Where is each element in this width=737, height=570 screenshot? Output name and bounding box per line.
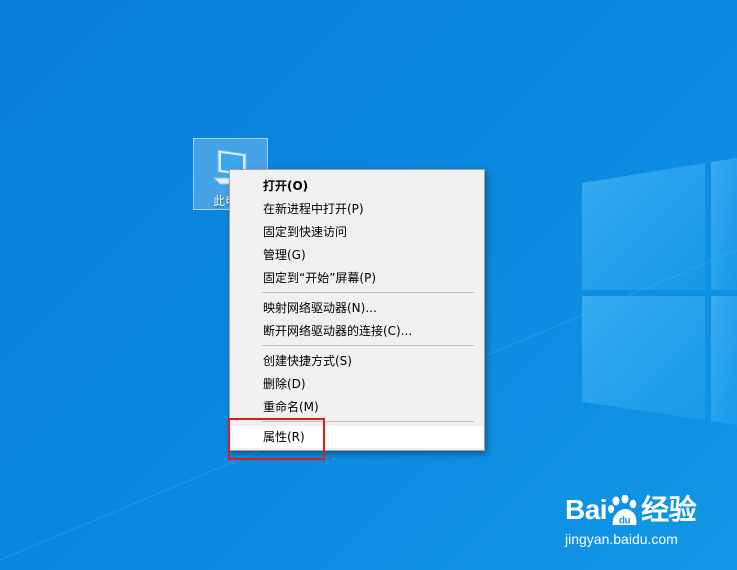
- menu-item-pin-quick-access[interactable]: 固定到快速访问: [231, 221, 483, 243]
- baidu-jingyan-watermark: Bai du 经验 jingyan.baidu.com: [565, 488, 697, 547]
- menu-item-open[interactable]: 打开(O): [231, 175, 483, 197]
- menu-item-pin-start[interactable]: 固定到“开始”屏幕(P): [231, 267, 483, 289]
- desktop[interactable]: 此电 打开(O) 在新进程中打开(P) 固定到快速访问 管理(G) 固定到“开始…: [0, 0, 737, 570]
- menu-item-map-network-drive[interactable]: 映射网络驱动器(N)...: [231, 297, 483, 319]
- watermark-logo-right: 经验: [641, 494, 697, 525]
- annotation-highlight-box: [228, 418, 325, 460]
- menu-item-rename[interactable]: 重命名(M): [231, 396, 483, 418]
- baidu-paw-icon: du: [608, 494, 637, 526]
- menu-item-open-new-process[interactable]: 在新进程中打开(P): [231, 198, 483, 220]
- menu-item-delete[interactable]: 删除(D): [231, 373, 483, 395]
- menu-item-manage[interactable]: 管理(G): [231, 244, 483, 266]
- watermark-logo: Bai du 经验: [565, 488, 697, 529]
- context-menu: 打开(O) 在新进程中打开(P) 固定到快速访问 管理(G) 固定到“开始”屏幕…: [229, 169, 485, 451]
- watermark-logo-left: Bai: [565, 494, 608, 525]
- watermark-paw-text: du: [619, 515, 631, 526]
- menu-item-create-shortcut[interactable]: 创建快捷方式(S): [231, 350, 483, 372]
- menu-item-disconnect-network-drive[interactable]: 断开网络驱动器的连接(C)...: [231, 320, 483, 342]
- menu-separator: [262, 292, 474, 293]
- menu-separator: [262, 345, 474, 346]
- watermark-url: jingyan.baidu.com: [565, 530, 678, 547]
